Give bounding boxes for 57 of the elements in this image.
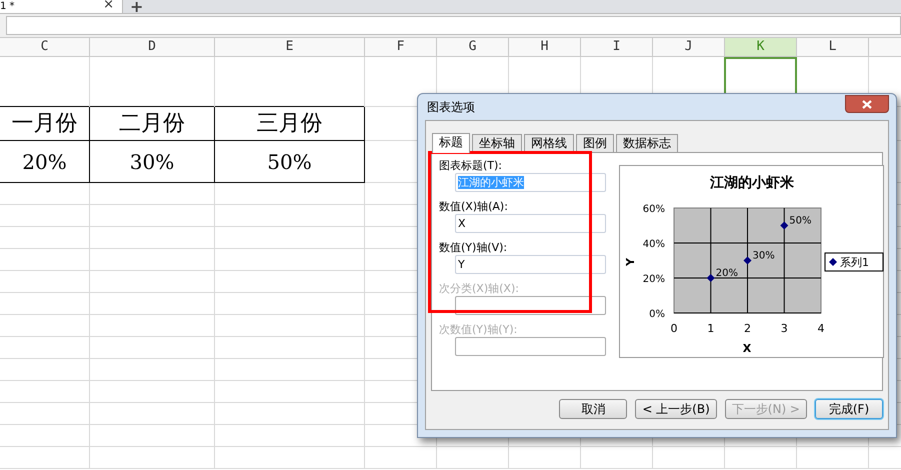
column-header[interactable]: H: [509, 38, 581, 56]
table-cell: 30%: [90, 141, 215, 183]
column-header[interactable]: L: [797, 38, 869, 56]
tab[interactable]: 网格线: [524, 134, 574, 152]
sheet-tab[interactable]: 1 * ×: [0, 0, 123, 13]
dialog-title: 图表选项: [427, 99, 475, 116]
y-axis-title: Y: [624, 258, 637, 266]
x-tick-label: 4: [818, 322, 824, 335]
y-tick-label: 60%: [642, 204, 665, 215]
tab[interactable]: 标题: [432, 133, 470, 153]
y-tick-label: 40%: [642, 239, 665, 250]
column-header[interactable]: E: [215, 38, 365, 56]
close-button[interactable]: [845, 95, 889, 113]
close-icon: [862, 100, 872, 108]
column-header[interactable]: G: [437, 38, 509, 56]
x-tick-label: 2: [744, 322, 751, 335]
dialog-button[interactable]: < 上一步(B): [635, 399, 717, 419]
data-point: [744, 256, 752, 264]
x-axis-title: X: [742, 342, 752, 355]
close-button[interactable]: ×: [103, 0, 114, 11]
table-cell: 三月份: [215, 107, 365, 141]
data-label: 20%: [716, 268, 738, 279]
x-tick-label: 3: [780, 322, 788, 335]
data-label: 50%: [789, 216, 812, 226]
field-label: 次数值(Y)轴(Y):: [439, 323, 518, 337]
y-tick-label: 0%: [649, 309, 665, 320]
data-label: 30%: [752, 250, 775, 262]
table-cell: 二月份: [90, 107, 215, 141]
y-tick-label: 20%: [642, 274, 665, 285]
dialog-button[interactable]: 完成(F): [815, 399, 883, 419]
column-header[interactable]: I: [581, 38, 653, 56]
tab-label: 1 *: [0, 0, 15, 12]
legend: 系列1: [824, 252, 884, 272]
table-cell: 一月份: [0, 107, 90, 141]
table-cell: 50%: [215, 141, 365, 183]
column-header[interactable]: C: [0, 38, 90, 56]
field-label: 数值(Y)轴(V):: [439, 241, 508, 255]
text-field[interactable]: Y: [455, 255, 606, 274]
text-field[interactable]: X: [455, 214, 606, 233]
tab[interactable]: 数据标志: [616, 134, 678, 152]
formula-field[interactable]: [6, 16, 901, 35]
column-header[interactable]: D: [90, 38, 215, 56]
data-point: [706, 274, 715, 282]
x-tick-label: 0: [670, 322, 678, 335]
field-label: 次分类(X)轴(X):: [439, 282, 520, 296]
field-label: 数值(X)轴(A):: [439, 200, 509, 214]
tab[interactable]: 图例: [576, 134, 614, 152]
data-point: [780, 222, 788, 230]
field-label: 图表标题(T):: [439, 159, 504, 173]
x-tick-label: 1: [707, 322, 714, 335]
tab[interactable]: 坐标轴: [472, 134, 522, 152]
table-cell: 20%: [0, 141, 90, 183]
legend-label: 系列1: [840, 256, 869, 269]
dialog-button[interactable]: 取消: [559, 399, 628, 419]
add-tab-button[interactable]: +: [130, 0, 144, 13]
chart-title: 江湖的小虾米: [710, 175, 794, 191]
column-header[interactable]: F: [365, 38, 437, 56]
